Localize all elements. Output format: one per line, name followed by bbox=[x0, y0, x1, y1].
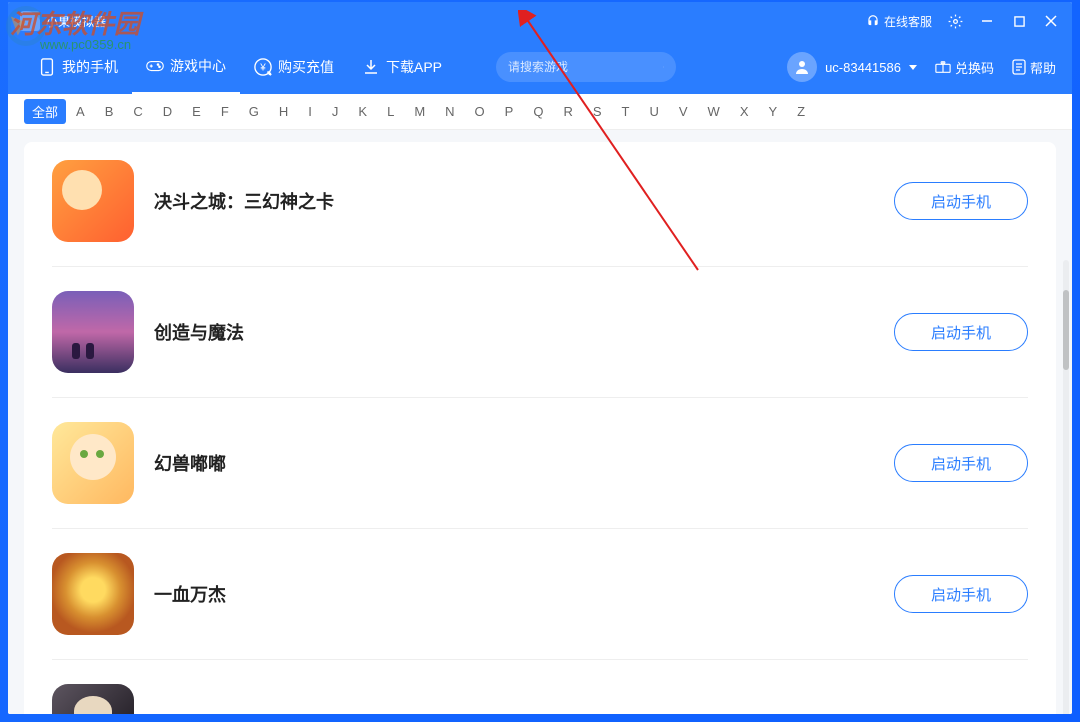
alpha-filter-x[interactable]: X bbox=[730, 100, 759, 123]
nav-my-phone[interactable]: 我的手机 bbox=[24, 40, 132, 94]
minimize-button[interactable] bbox=[978, 12, 996, 30]
maximize-icon bbox=[1014, 16, 1025, 27]
game-name[interactable]: 决斗之城：三幻神之卡 bbox=[154, 188, 894, 214]
alpha-filter-g[interactable]: G bbox=[239, 100, 269, 123]
help-link[interactable]: 帮助 bbox=[1012, 58, 1056, 77]
search-input[interactable] bbox=[508, 60, 663, 74]
svg-text:¥: ¥ bbox=[259, 63, 266, 74]
alpha-filter-v[interactable]: V bbox=[669, 100, 698, 123]
phone-icon bbox=[38, 58, 56, 76]
username: uc-83441586 bbox=[825, 60, 901, 75]
app-window: 小果模拟器 在线客服 我的手机 游戏中 bbox=[8, 2, 1072, 714]
avatar-icon bbox=[787, 52, 817, 82]
yen-icon: ¥ bbox=[254, 58, 272, 76]
alpha-filter-l[interactable]: L bbox=[377, 100, 404, 123]
alpha-filter-r[interactable]: R bbox=[553, 100, 582, 123]
nav-recharge[interactable]: ¥ 购买充值 bbox=[240, 40, 348, 94]
alpha-filter-q[interactable]: Q bbox=[523, 100, 553, 123]
alpha-filter-u[interactable]: U bbox=[639, 100, 668, 123]
alpha-filter-w[interactable]: W bbox=[698, 100, 730, 123]
main-toolbar: 我的手机 游戏中心 ¥ 购买充值 下载APP uc-83441586 bbox=[8, 40, 1072, 94]
game-name[interactable]: 幻兽嘟嘟 bbox=[154, 450, 894, 476]
scrollbar-thumb[interactable] bbox=[1063, 290, 1069, 370]
search-icon[interactable] bbox=[663, 60, 664, 74]
launch-phone-button[interactable]: 启动手机 bbox=[894, 444, 1028, 482]
download-icon bbox=[362, 58, 380, 76]
content-area: 决斗之城：三幻神之卡 启动手机 创造与魔法 启动手机 幻兽嘟嘟 启动手机 一血万… bbox=[8, 130, 1072, 714]
redeem-code-link[interactable]: 兑换码 bbox=[935, 58, 994, 77]
game-icon[interactable] bbox=[52, 291, 134, 373]
alpha-filter-i[interactable]: I bbox=[298, 100, 322, 123]
alpha-filter-n[interactable]: N bbox=[435, 100, 464, 123]
alpha-filter-z[interactable]: Z bbox=[787, 100, 815, 123]
app-logo-icon bbox=[20, 11, 40, 31]
launch-phone-button[interactable]: 启动手机 bbox=[894, 575, 1028, 613]
game-icon[interactable] bbox=[52, 160, 134, 242]
titlebar: 小果模拟器 在线客服 bbox=[8, 2, 1072, 40]
alpha-filter-h[interactable]: H bbox=[269, 100, 298, 123]
search-box[interactable] bbox=[496, 52, 676, 82]
settings-button[interactable] bbox=[946, 12, 964, 30]
nav-download-app[interactable]: 下载APP bbox=[348, 40, 456, 94]
alpha-filter-t[interactable]: T bbox=[612, 100, 640, 123]
game-icon[interactable] bbox=[52, 422, 134, 504]
maximize-button[interactable] bbox=[1010, 12, 1028, 30]
close-icon bbox=[1045, 15, 1057, 27]
launch-phone-button[interactable]: 启动手机 bbox=[894, 313, 1028, 351]
app-title: 小果模拟器 bbox=[46, 13, 866, 30]
game-row: 决斗之城：三幻神之卡 启动手机 bbox=[52, 142, 1028, 267]
launch-phone-button[interactable]: 启动手机 bbox=[894, 182, 1028, 220]
minimize-icon bbox=[981, 15, 993, 27]
gear-icon bbox=[948, 14, 963, 29]
alpha-filter-e[interactable]: E bbox=[182, 100, 211, 123]
alpha-filter-a[interactable]: A bbox=[66, 100, 95, 123]
online-service-button[interactable]: 在线客服 bbox=[866, 13, 932, 30]
alpha-filter-b[interactable]: B bbox=[95, 100, 124, 123]
alpha-filter-m[interactable]: M bbox=[404, 100, 435, 123]
headset-icon bbox=[866, 14, 880, 28]
alpha-filter-d[interactable]: D bbox=[153, 100, 182, 123]
alpha-filter-all[interactable]: 全部 bbox=[24, 99, 66, 124]
alpha-filter-k[interactable]: K bbox=[348, 100, 377, 123]
alpha-filter-o[interactable]: O bbox=[465, 100, 495, 123]
game-row: 幻兽嘟嘟 启动手机 bbox=[52, 398, 1028, 529]
help-icon bbox=[1012, 59, 1026, 75]
alphabet-filter-bar: 全部 A B C D E F G H I J K L M N O P Q R S… bbox=[8, 94, 1072, 130]
game-row: 创造与魔法 启动手机 bbox=[52, 267, 1028, 398]
alpha-filter-f[interactable]: F bbox=[211, 100, 239, 123]
user-menu[interactable]: uc-83441586 bbox=[787, 52, 917, 82]
alpha-filter-p[interactable]: P bbox=[495, 100, 524, 123]
nav-game-center[interactable]: 游戏中心 bbox=[132, 40, 240, 94]
alpha-filter-c[interactable]: C bbox=[123, 100, 152, 123]
game-row: 一血万杰 启动手机 bbox=[52, 529, 1028, 660]
game-icon[interactable] bbox=[52, 684, 134, 714]
alpha-filter-s[interactable]: S bbox=[583, 100, 612, 123]
game-icon[interactable] bbox=[52, 553, 134, 635]
close-button[interactable] bbox=[1042, 12, 1060, 30]
alpha-filter-j[interactable]: J bbox=[322, 100, 349, 123]
game-name[interactable]: 一血万杰 bbox=[154, 581, 894, 607]
game-row bbox=[52, 660, 1028, 714]
game-list: 决斗之城：三幻神之卡 启动手机 创造与魔法 启动手机 幻兽嘟嘟 启动手机 一血万… bbox=[24, 142, 1056, 714]
gamepad-icon bbox=[146, 57, 164, 75]
chevron-down-icon bbox=[909, 65, 917, 70]
gift-icon bbox=[935, 60, 951, 74]
alpha-filter-y[interactable]: Y bbox=[759, 100, 788, 123]
scrollbar[interactable] bbox=[1063, 260, 1069, 714]
game-name[interactable]: 创造与魔法 bbox=[154, 319, 894, 345]
